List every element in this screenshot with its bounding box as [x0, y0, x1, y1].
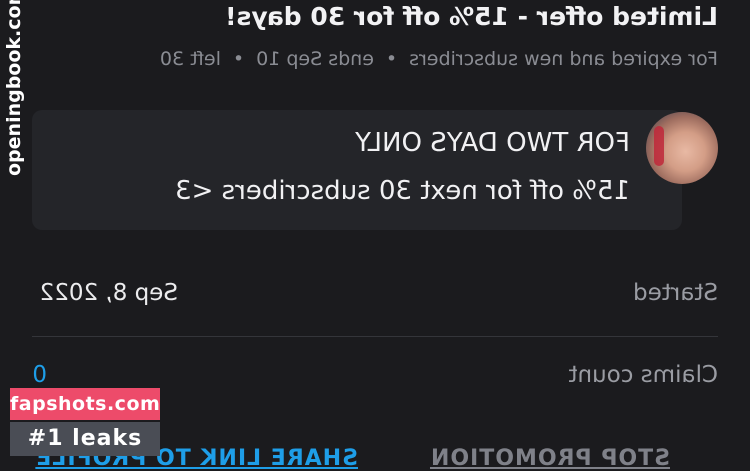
watermark-badge: fapshots.com #1 leaks: [10, 388, 160, 456]
started-value: Sep 8, 2022: [39, 280, 178, 306]
side-watermark-text: openingbook.com: [3, 0, 25, 176]
promo-message-line-2: 15% off for next 30 subscribers <3: [175, 176, 630, 206]
avatar[interactable]: [646, 112, 718, 184]
offer-end-date: ends Sep 10: [256, 48, 374, 70]
watermark-tagline: #1 leaks: [10, 422, 160, 456]
offer-audience: For expired and new subscribers: [409, 48, 718, 70]
side-watermark: openingbook.com: [0, 0, 26, 240]
meta-separator: •: [385, 48, 398, 70]
claims-count-value: 0: [32, 362, 47, 388]
started-label: Started: [633, 280, 718, 306]
meta-separator: •: [232, 48, 245, 70]
claims-count-label: Claims count: [568, 362, 718, 388]
watermark-site: fapshots.com: [10, 388, 160, 420]
offer-remaining: left 30: [159, 48, 221, 70]
divider: [32, 336, 718, 337]
offer-title: Limited offer - 15% off for 30 days!: [225, 2, 718, 31]
offer-meta: For expired and new subscribers • ends Sep…: [160, 48, 718, 70]
promo-message-line-1: FOR TWO DAYS ONLY: [355, 128, 630, 158]
stop-promotion-button[interactable]: STOP PROMOTION: [430, 446, 670, 471]
